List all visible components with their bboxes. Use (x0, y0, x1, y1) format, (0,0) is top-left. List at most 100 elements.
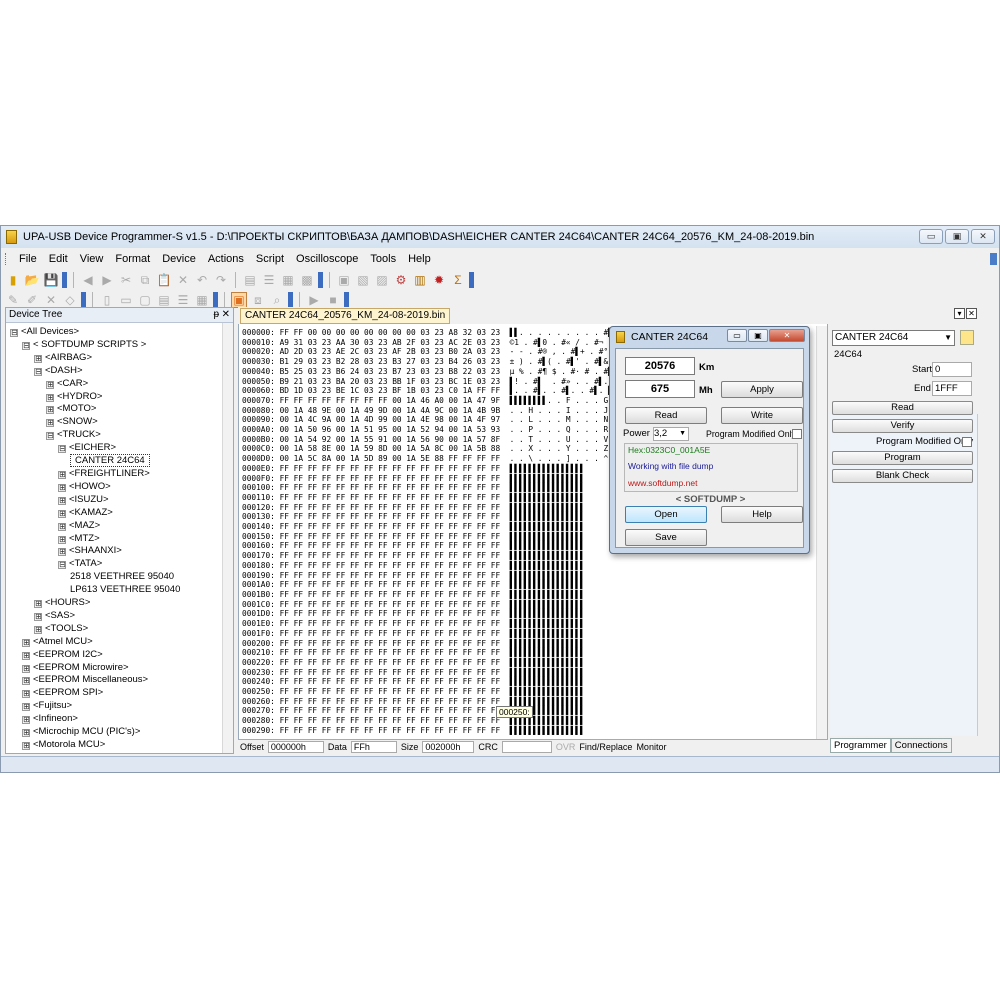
tab-programmer[interactable]: Programmer (830, 738, 891, 753)
tree-node[interactable]: ⊟ <DASH> (6, 365, 233, 378)
chip-write-icon[interactable]: ▨ (374, 272, 390, 288)
hex-bytes[interactable]: FF FF FF FF FF FF FF FF FF FF FF FF FF F… (280, 726, 501, 735)
hex-scrollbar[interactable] (816, 326, 827, 753)
hex-row[interactable]: 0000A0: 00 1A 50 96 00 1A 51 95 00 1A 52… (242, 425, 655, 435)
paste-icon[interactable]: 📋 (156, 272, 172, 288)
hex-bytes[interactable]: FF FF FF FF FF FF FF FF FF FF FF FF FF F… (280, 600, 501, 609)
close-editor-icon[interactable]: ✕ (966, 308, 977, 319)
hex-bytes[interactable]: FF FF FF FF FF FF FF FF FF FF FF FF FF F… (280, 571, 501, 580)
hex-bytes[interactable]: 00 1A 54 92 00 1A 55 91 00 1A 56 90 00 1… (280, 435, 501, 444)
hex-bytes[interactable]: FF FF FF FF FF FF FF FF FF FF FF FF FF F… (280, 706, 501, 715)
blank-check-button[interactable]: Blank Check (832, 469, 973, 483)
hex-row[interactable]: 0001F0: FF FF FF FF FF FF FF FF FF FF FF… (242, 629, 655, 639)
hex-row[interactable]: 000010: A9 31 03 23 AA 30 03 23 AB 2F 03… (242, 338, 655, 348)
tree-node[interactable]: ⊞ <SNOW> (6, 416, 233, 429)
hex-bytes[interactable]: FF FF FF FF FF FF FF FF FF FF FF FF FF F… (280, 687, 501, 696)
info-url[interactable]: www.softdump.net (628, 478, 697, 488)
grid-icon[interactable]: ▦ (280, 272, 296, 288)
tree-node[interactable]: CANTER 24C64 (6, 454, 233, 468)
hex-bytes[interactable]: FF FF FF FF FF FF FF FF FF FF FF FF FF F… (280, 658, 501, 667)
hex-ascii[interactable]: ▌▌▌▌▌▌▌▌▌▌▌▌▌▌▌▌ (510, 726, 585, 735)
hex-row[interactable]: 000000: FF FF 00 00 00 00 00 00 00 00 03… (242, 328, 655, 338)
hex-bytes[interactable]: FF FF FF FF FF FF FF FF FF FF FF FF FF F… (280, 590, 501, 599)
tree-scrollbar[interactable] (222, 323, 233, 753)
menu-script[interactable]: Script (250, 253, 290, 265)
hex-ascii[interactable]: ▌▌▌▌▌▌▌▌▌▌▌▌▌▌▌▌ (510, 648, 585, 657)
hex-row[interactable]: 000150: FF FF FF FF FF FF FF FF FF FF FF… (242, 532, 655, 542)
minimize-button[interactable]: ▭ (919, 229, 943, 244)
tree-node[interactable]: ⊞ <TOOLS> (6, 623, 233, 636)
hex-bytes[interactable]: 00 1A 4C 9A 00 1A 4D 99 00 1A 4E 98 00 1… (280, 415, 501, 424)
collapse-icon[interactable]: ⊟ (10, 329, 18, 337)
hex-ascii[interactable]: ▌▌▌▌▌▌▌▌. . F . . . G . (510, 396, 618, 405)
page-icon[interactable]: ▤ (242, 272, 258, 288)
power-select[interactable]: 3,2 ▼ (653, 427, 689, 441)
hex-row[interactable]: 0001C0: FF FF FF FF FF FF FF FF FF FF FF… (242, 600, 655, 610)
copy-icon[interactable]: ⧉ (137, 272, 153, 288)
expand-icon[interactable]: ⊞ (58, 535, 66, 544)
hex-bytes[interactable]: FF FF FF FF FF FF FF FF FF FF FF FF FF F… (280, 580, 501, 589)
back-icon[interactable]: ◀ (80, 272, 96, 288)
hex-ascii[interactable]: ▌▌▌▌▌▌▌▌▌▌▌▌▌▌▌▌ (510, 629, 585, 638)
tree-node[interactable]: ⊞ <EEPROM Microwire> (6, 662, 233, 675)
hex-ascii[interactable]: ▌▌▌▌▌▌▌▌▌▌▌▌▌▌▌▌ (510, 571, 585, 580)
tree-node[interactable]: ⊟ <All Devices> (6, 326, 233, 339)
forward-icon[interactable]: ▶ (99, 272, 115, 288)
hex-ascii[interactable]: ▌▌▌▌▌▌▌▌▌▌▌▌▌▌▌▌ (510, 668, 585, 677)
hex-ascii[interactable]: ▌▌▌▌▌▌▌▌▌▌▌▌▌▌▌▌ (510, 590, 585, 599)
hex-bytes[interactable]: 00 1A 48 9E 00 1A 49 9D 00 1A 4A 9C 00 1… (280, 406, 501, 415)
hex-row[interactable]: 000140: FF FF FF FF FF FF FF FF FF FF FF… (242, 522, 655, 532)
hex-row[interactable]: 000280: FF FF FF FF FF FF FF FF FF FF FF… (242, 716, 655, 726)
dialog-minimize-button[interactable]: ▭ (727, 329, 747, 342)
table-icon[interactable]: ▩ (299, 272, 315, 288)
dialog-read-button[interactable]: Read (625, 407, 707, 424)
expand-icon[interactable]: ⊞ (58, 522, 66, 531)
tab-connections[interactable]: Connections (890, 738, 952, 753)
hex-bytes[interactable]: AD 2D 03 23 AE 2C 03 23 AF 2B 03 23 B0 2… (280, 347, 501, 356)
hex-row[interactable]: 0000D0: 00 1A 5C 8A 00 1A 5D 89 00 1A 5E… (242, 454, 655, 464)
field-icon[interactable]: ▤ (156, 292, 172, 308)
tree-node[interactable]: ⊞ <CAR> (6, 378, 233, 391)
hex-row[interactable]: 000260: FF FF FF FF FF FF FF FF FF FF FF… (242, 697, 655, 707)
menu-tools[interactable]: Tools (364, 253, 402, 265)
delete-icon[interactable]: ✕ (175, 272, 191, 288)
tree-node[interactable]: ⊞ <MOTO> (6, 403, 233, 416)
dialog-program-modified-checkbox[interactable] (792, 429, 802, 439)
hex-ascii[interactable]: ▌▌▌▌▌▌▌▌▌▌▌▌▌▌▌▌ (510, 561, 585, 570)
hex-ascii[interactable]: ▌▌▌▌▌▌▌▌▌▌▌▌▌▌▌▌ (510, 541, 585, 550)
expand-icon[interactable]: ⊞ (34, 625, 42, 634)
tree-node[interactable]: ⊞ <Atmel MCU> (6, 636, 233, 649)
expand-icon[interactable]: ⊞ (22, 690, 30, 699)
edit-device-icon[interactable] (960, 330, 974, 345)
list-icon[interactable]: ☰ (261, 272, 277, 288)
expand-icon[interactable]: ⊞ (22, 716, 30, 725)
close-panel-icon[interactable]: ✕ (222, 308, 230, 322)
hex-row[interactable]: 0001D0: FF FF FF FF FF FF FF FF FF FF FF… (242, 609, 655, 619)
close-button[interactable]: ✕ (971, 229, 995, 244)
menu-edit[interactable]: Edit (43, 253, 74, 265)
hex-row[interactable]: 000040: B5 25 03 23 B6 24 03 23 B7 23 03… (242, 367, 655, 377)
hex-bytes[interactable]: FF FF FF FF FF FF FF FF 00 1A 46 A0 00 1… (280, 396, 501, 405)
hex-bytes[interactable]: FF FF FF FF FF FF FF FF FF FF FF FF FF F… (280, 648, 501, 657)
tree-node[interactable]: ⊞ <Infineon> (6, 713, 233, 726)
tree-node[interactable]: ⊞ <ISUZU> (6, 494, 233, 507)
maximize-button[interactable]: ▣ (945, 229, 969, 244)
collapse-icon[interactable]: ⊟ (34, 367, 42, 376)
hex-row[interactable]: 000090: 00 1A 4C 9A 00 1A 4D 99 00 1A 4E… (242, 415, 655, 425)
expand-icon[interactable]: ⊞ (58, 470, 66, 479)
tree-node[interactable]: ⊟ <TATA> (6, 558, 233, 571)
hex-dump[interactable]: 000000: FF FF 00 00 00 00 00 00 00 00 03… (242, 328, 655, 736)
tree-node[interactable]: ⊞ <KAMAZ> (6, 507, 233, 520)
program-modified-checkbox[interactable] (962, 437, 972, 447)
hex-row[interactable]: 000100: FF FF FF FF FF FF FF FF FF FF FF… (242, 483, 655, 493)
tree-node[interactable]: LP613 VEETHREE 95040 (6, 584, 233, 597)
hex-bytes[interactable]: A9 31 03 23 AA 30 03 23 AB 2F 03 23 AC 2… (280, 338, 501, 347)
eraser-icon[interactable]: ◇ (62, 292, 78, 308)
hex-bytes[interactable]: FF FF FF FF FF FF FF FF FF FF FF FF FF F… (280, 561, 501, 570)
read-button[interactable]: Read (832, 401, 973, 415)
pencil-icon[interactable]: ✎ (5, 292, 21, 308)
hex-bytes[interactable]: FF FF 00 00 00 00 00 00 00 00 03 23 A8 3… (280, 328, 501, 337)
hex-row[interactable]: 000030: B1 29 03 23 B2 28 03 23 B3 27 03… (242, 357, 655, 367)
hex-bytes[interactable]: 00 1A 50 96 00 1A 51 95 00 1A 52 94 00 1… (280, 425, 501, 434)
mh-field[interactable]: 675 (625, 380, 695, 398)
